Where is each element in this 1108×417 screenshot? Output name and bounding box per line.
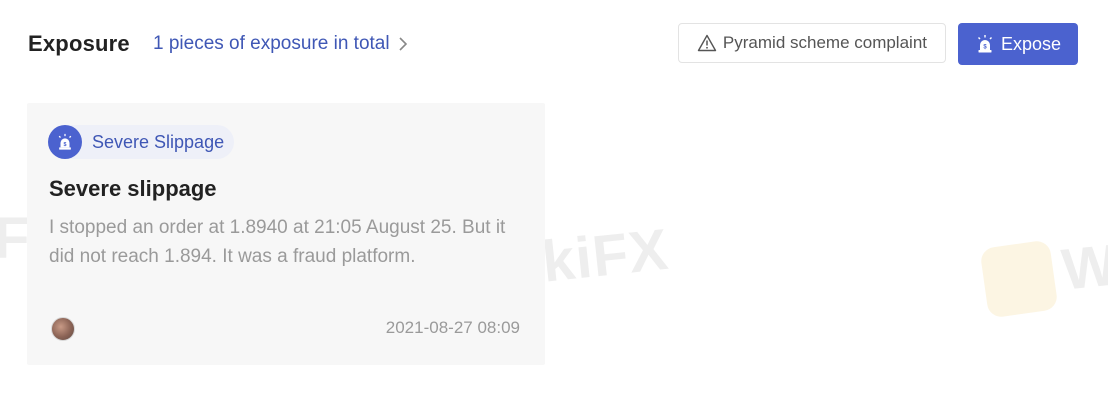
card-body-text: I stopped an order at 1.8940 at 21:05 Au…: [49, 217, 506, 267]
complaint-button-label: Pyramid scheme complaint: [722, 33, 927, 52]
alarm-icon: $: [977, 35, 992, 53]
category-tag-label: Severe Slippage: [92, 131, 225, 152]
exposure-count-link[interactable]: 1 pieces of exposure in total: [153, 33, 410, 55]
expose-button-label: Expose: [1000, 33, 1062, 54]
expose-button[interactable]: $ Expose: [958, 23, 1078, 65]
watermark-w-right: W: [1058, 232, 1108, 303]
user-avatar[interactable]: [51, 317, 75, 341]
category-tag: $ Severe Slippage: [48, 125, 235, 159]
warning-triangle-icon: [697, 34, 717, 52]
pyramid-complaint-button[interactable]: Pyramid scheme complaint: [677, 23, 946, 63]
watermark-logo-right: [979, 239, 1059, 319]
card-title: Severe slippage: [49, 176, 217, 201]
svg-text:$: $: [64, 142, 67, 148]
page-title: Exposure: [28, 31, 130, 56]
exposure-header: Exposure 1 pieces of exposure in total P…: [28, 22, 1078, 66]
alarm-icon: $: [48, 125, 82, 159]
card-timestamp: 2021-08-27 08:09: [385, 318, 520, 337]
chevron-right-icon: [399, 37, 407, 51]
exposure-count-text: 1 pieces of exposure in total: [153, 33, 390, 54]
exposure-card[interactable]: $ Severe Slippage Severe slippage I stop…: [27, 103, 545, 365]
